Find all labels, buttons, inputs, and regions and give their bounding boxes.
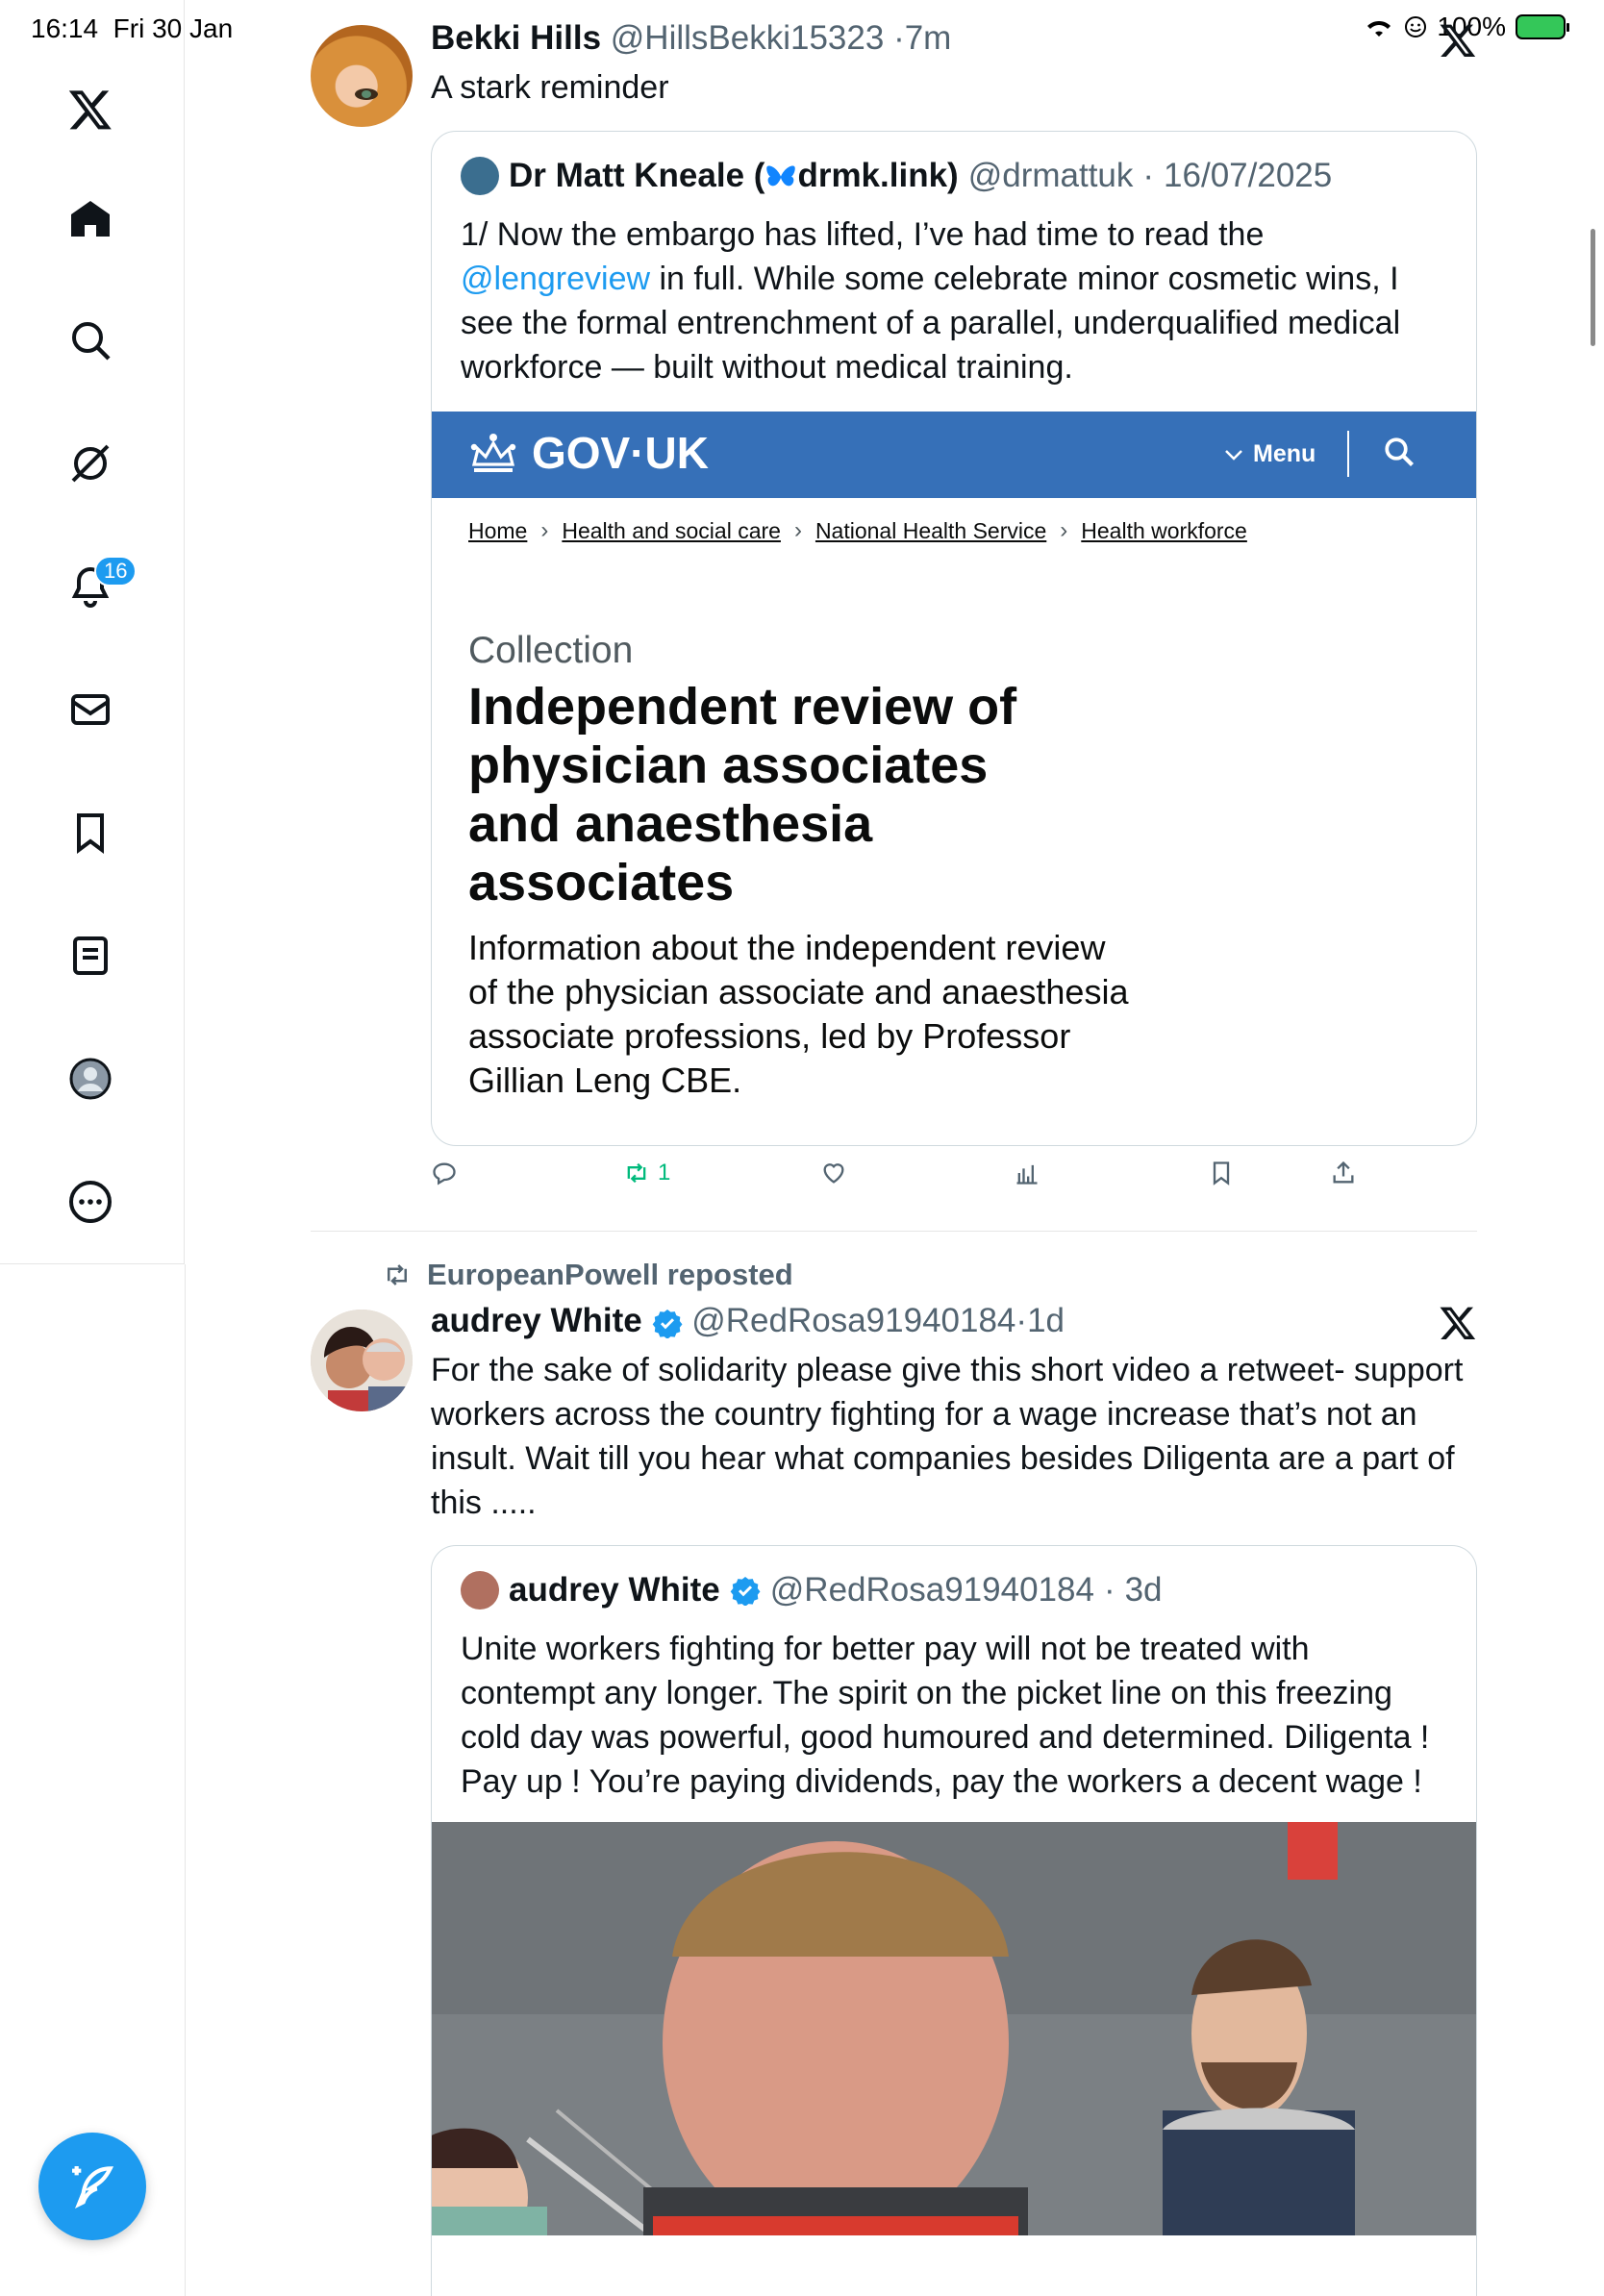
quote-tweet[interactable]: Dr Matt Kneale ( drmk.link) @drmattuk · 16/… [431,131,1477,1146]
retweet-icon [388,1264,407,1285]
mention-link[interactable]: @lengreview [461,261,650,297]
retweet-button[interactable]: 1 [623,1160,670,1186]
breadcrumb-item: National Health Service [815,517,1047,543]
separator: · [1103,1571,1115,1609]
avatar[interactable] [311,1310,413,1411]
x-logo-icon [1440,1307,1476,1339]
quote-author-handle: @drmattuk [967,157,1134,194]
verified-badge-icon [652,1309,682,1338]
separator: · [1015,1302,1028,1339]
tweet-text: For the sake of solidarity please give t… [431,1352,1464,1521]
tweet-actions: 1 [431,1160,1479,1208]
quote-header: Dr Matt Kneale ( drmk.link) @drmattuk · 16/… [461,157,1332,195]
retweet-icon [627,1162,646,1184]
quote-text: Unite workers fighting for better pay wi… [461,1631,1430,1800]
scrollbar[interactable] [1591,229,1595,346]
share-button[interactable] [1330,1160,1357,1186]
bookmark-icon [1213,1161,1230,1185]
separator: · [1142,157,1155,194]
breadcrumb: Home › Health and social care › National… [468,517,1247,544]
quote-author-name: Dr Matt Kneale ( drmk.link) [509,157,959,195]
sidebar: 16 [0,0,185,1264]
breadcrumb-item: Health and social care [562,517,781,543]
repost-label[interactable]: EuropeanPowell reposted [427,1258,793,1292]
quote-author-handle: @RedRosa91940184 [769,1571,1094,1609]
bookmark-button[interactable] [1208,1160,1235,1186]
tweet-header: Bekki Hills @HillsBekki15323 ·7m [431,19,951,58]
verified-badge-icon [730,1577,761,1606]
tweet-divider [311,1231,1477,1232]
govuk-logo: GOV·UK [468,427,709,479]
video-thumbnail [432,1822,1476,2235]
home-icon[interactable] [63,192,117,246]
avatar [461,1571,499,1610]
compose-icon [72,2166,114,2209]
separator: · [893,19,905,57]
bookmarks-icon[interactable] [63,806,117,860]
breadcrumb-item: Health workforce [1081,517,1247,543]
x-logo-icon[interactable] [63,83,117,137]
timestamp[interactable]: 1d [1027,1302,1065,1339]
crown-icon [470,434,516,472]
govuk-description: Information about the independent review… [468,928,1129,1100]
heart-icon [823,1163,844,1184]
govuk-header: GOV·UK Menu [432,412,1476,498]
repost-indicator: EuropeanPowell reposted [381,1258,793,1292]
x-logo-icon [1440,24,1476,58]
author-name[interactable]: audrey White [431,1302,642,1339]
like-button[interactable] [820,1160,847,1186]
reply-button[interactable] [431,1160,458,1186]
retweet-count: 1 [658,1160,671,1185]
tweet-text: A stark reminder [431,69,669,106]
chevron-right-icon: › [1060,517,1068,543]
quote-name-part: Dr Matt Kneale ( [509,157,765,194]
quote-tweet[interactable]: audrey White @RedRosa91940184 · 3d Unite w… [431,1545,1477,2296]
author-name[interactable]: Bekki Hills [431,19,601,57]
sidebar-border [185,1264,186,2296]
quote-name-suffix: drmk.link) [797,157,959,194]
govuk-menu-label: Menu [1253,440,1316,467]
focus-icon [1405,16,1427,37]
more-icon[interactable] [63,1175,117,1229]
butterfly-icon [766,165,796,187]
chevron-down-icon [1225,449,1242,461]
avatar[interactable] [311,25,413,127]
messages-icon[interactable] [63,683,117,736]
quote-text-part: 1/ Now the embargo has lifted, I’ve had … [461,216,1265,253]
search-icon[interactable] [63,313,117,367]
author-handle[interactable]: @HillsBekki15323 [611,19,885,57]
profile-icon[interactable] [63,1052,117,1106]
govuk-caption: Collection [468,630,634,671]
timestamp[interactable]: 7m [905,19,952,57]
chevron-right-icon: › [540,517,549,543]
chevron-right-icon: › [793,517,802,543]
search-icon [1385,437,1414,466]
tweet-header: audrey White @RedRosa91940184·1d [431,1302,1065,1340]
lists-icon[interactable] [63,929,117,983]
quote-date: 3d [1124,1571,1163,1609]
avatar [461,157,499,195]
quote-header: audrey White @RedRosa91940184 · 3d [461,1571,1163,1610]
breadcrumb-item: Home [468,517,528,543]
compose-button[interactable] [38,2133,146,2240]
reply-icon [433,1162,456,1185]
govuk-divider [1347,431,1349,477]
author-handle[interactable]: @RedRosa91940184 [691,1302,1015,1339]
govuk-menu: Menu [1224,440,1316,468]
notification-badge: 16 [94,556,138,586]
video-player[interactable] [432,1822,1476,2235]
grok-icon[interactable] [63,437,117,490]
views-icon [1016,1164,1038,1185]
quote-author-name: audrey White [509,1571,720,1609]
quote-date: 16/07/2025 [1164,157,1333,194]
share-icon [1333,1160,1354,1184]
battery-icon [1516,14,1569,39]
quote-text: 1/ Now the embargo has lifted, I’ve had … [461,212,1451,389]
views-button[interactable] [1014,1160,1040,1186]
govuk-wordmark: GOV·UK [532,428,709,478]
govuk-title: Independent review of physician associat… [468,678,1017,911]
wifi-icon [1367,21,1391,37]
